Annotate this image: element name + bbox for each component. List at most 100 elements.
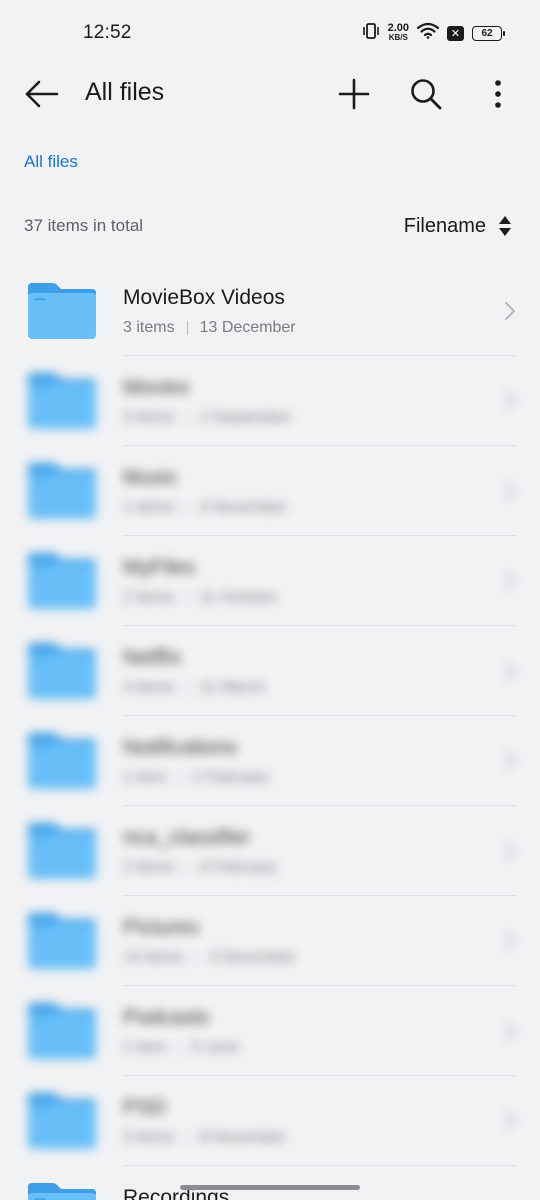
app-bar: All files — [0, 68, 540, 120]
file-meta: 1 item 1 February — [123, 769, 269, 787]
folder-icon — [28, 283, 96, 339]
chevron-right-icon — [505, 482, 515, 500]
file-meta: 1 items 4 November — [123, 499, 287, 517]
file-list: MovieBox Videos 3 items 13 December Movi… — [0, 265, 540, 1200]
file-date: 2 September — [199, 409, 292, 426]
list-item[interactable]: Recordings — [0, 1165, 540, 1200]
file-meta: 3 items 8 November — [123, 1129, 287, 1147]
divider — [123, 625, 516, 626]
chevron-right-icon — [505, 392, 515, 410]
file-item-count: 1 item — [123, 1039, 167, 1056]
folder-icon — [28, 1003, 96, 1059]
page-title: All files — [85, 78, 165, 106]
item-count: 37 items in total — [24, 216, 144, 235]
folder-icon — [28, 373, 96, 429]
list-item[interactable]: Netflix 4 items 11 March — [0, 625, 540, 715]
search-button[interactable] — [406, 74, 446, 114]
file-name: Podcasts — [123, 1006, 210, 1029]
file-name: Pictures — [123, 916, 199, 939]
list-item[interactable]: Music 1 items 4 November — [0, 445, 540, 535]
chevron-right-icon — [505, 662, 515, 680]
folder-icon — [28, 1183, 96, 1200]
list-item[interactable]: MyFiles 2 items 11 October — [0, 535, 540, 625]
file-date: 11 October — [199, 589, 278, 606]
divider — [123, 355, 516, 356]
back-arrow-icon — [25, 80, 59, 108]
breadcrumb[interactable]: All files — [24, 152, 78, 172]
meta-separator — [186, 861, 188, 875]
more-options-button[interactable] — [478, 74, 518, 114]
file-meta: 2 items 11 October — [123, 589, 278, 607]
sort-label: Filename — [403, 214, 486, 237]
file-meta: 3 items 13 December — [123, 319, 296, 337]
list-item[interactable]: nca_classifier 2 items 9 February — [0, 805, 540, 895]
meta-separator — [186, 501, 188, 515]
vibrate-icon — [362, 22, 380, 44]
file-name: MovieBox Videos — [123, 286, 285, 309]
home-indicator[interactable] — [180, 1185, 360, 1190]
file-name: Movies — [123, 376, 190, 399]
file-name: Notifications — [123, 736, 238, 759]
divider — [123, 985, 516, 986]
search-icon — [411, 79, 442, 110]
status-icons: 2.00 KB/S ✕ 62 — [362, 22, 505, 44]
file-name: MyFiles — [123, 556, 196, 579]
plus-icon — [338, 78, 370, 110]
meta-separator — [186, 591, 188, 605]
battery-level: 62 — [481, 27, 493, 39]
divider — [123, 1165, 516, 1166]
chevron-right-icon — [505, 1112, 515, 1130]
folder-icon — [28, 733, 96, 789]
status-time: 12:52 — [83, 22, 132, 43]
file-item-count: 14 items — [123, 949, 184, 966]
chevron-right-icon — [505, 302, 515, 320]
divider — [123, 805, 516, 806]
chevron-right-icon — [505, 1022, 515, 1040]
new-folder-button[interactable] — [334, 74, 374, 114]
divider — [123, 445, 516, 446]
meta-separator — [178, 1041, 180, 1055]
file-meta: 1 item 5 June — [123, 1039, 240, 1057]
back-button[interactable] — [22, 76, 62, 112]
file-date: 13 December — [199, 319, 296, 336]
folder-icon — [28, 1093, 96, 1149]
file-date: 4 November — [199, 499, 287, 516]
file-date: 1 February — [191, 769, 269, 786]
battery-icon: 62 — [472, 25, 505, 41]
meta-separator — [186, 321, 188, 335]
file-name: PSD — [123, 1096, 167, 1119]
meta-separator — [186, 411, 188, 425]
file-item-count: 3 items — [123, 1129, 175, 1146]
net-speed-value: 2.00 — [387, 22, 409, 34]
wifi-icon — [416, 22, 440, 44]
list-item[interactable]: MovieBox Videos 3 items 13 December — [0, 265, 540, 355]
divider — [123, 535, 516, 536]
file-name: Music — [123, 466, 178, 489]
sort-arrows-icon — [499, 216, 511, 236]
list-item[interactable]: Notifications 1 item 1 February — [0, 715, 540, 805]
file-item-count: 3 items — [123, 319, 175, 336]
file-item-count: 4 items — [123, 679, 175, 696]
net-speed-unit: KB/S — [388, 33, 408, 42]
list-item[interactable]: PSD 3 items 8 November — [0, 1075, 540, 1165]
meta-separator — [186, 681, 188, 695]
file-name: nca_classifier — [123, 826, 251, 849]
list-item[interactable]: Movies 3 items 2 September — [0, 355, 540, 445]
screen: 12:52 2.00 KB/S ✕ 62 All files All files… — [0, 0, 540, 1200]
folder-icon — [28, 553, 96, 609]
list-item[interactable]: Pictures 14 items 3 December — [0, 895, 540, 985]
file-item-count: 1 items — [123, 499, 175, 516]
folder-icon — [28, 463, 96, 519]
meta-separator — [186, 1131, 188, 1145]
file-item-count: 3 items — [123, 409, 175, 426]
sort-button[interactable]: Filename — [404, 215, 512, 238]
file-item-count: 2 items — [123, 859, 175, 876]
file-date: 8 November — [199, 1129, 287, 1146]
file-date: 5 June — [191, 1039, 240, 1056]
status-bar: 12:52 2.00 KB/S ✕ 62 — [0, 0, 540, 68]
file-date: 3 December — [208, 949, 296, 966]
list-item[interactable]: Podcasts 1 item 5 June — [0, 985, 540, 1075]
summary-row: 37 items in total Filename — [24, 212, 512, 240]
meta-separator — [178, 771, 180, 785]
divider — [123, 1075, 516, 1076]
